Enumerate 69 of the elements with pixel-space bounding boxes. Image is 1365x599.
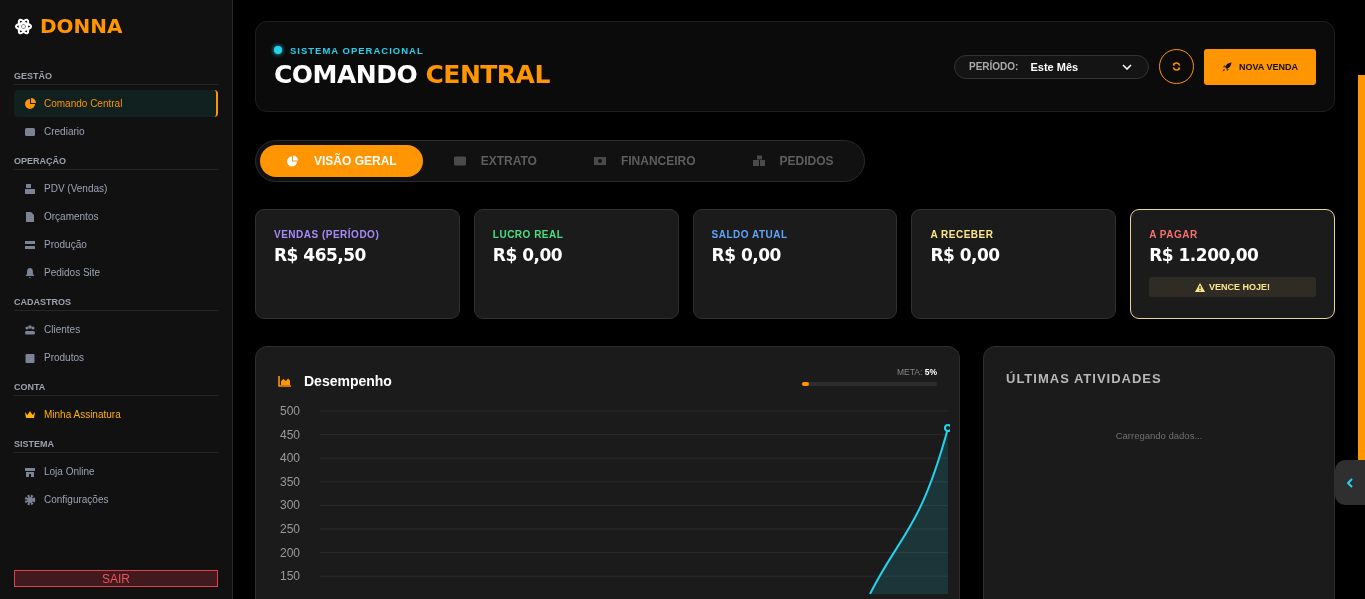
chart-pie-icon	[24, 97, 36, 110]
stat-value: R$ 0,00	[930, 245, 1001, 265]
section-heading: SISTEMA	[14, 439, 218, 453]
cash-register-icon	[24, 182, 36, 195]
stat-label: LUCRO REAL	[492, 229, 565, 240]
chevron-down-icon	[1122, 63, 1132, 70]
card-title: ÚLTIMAS ATIVIDADES	[1006, 371, 1163, 386]
gear-icon	[24, 493, 36, 506]
logout-button[interactable]: SAIR	[14, 570, 218, 587]
wallet-icon	[24, 125, 36, 138]
axis-tick-label: 200	[279, 545, 300, 560]
atom-icon	[14, 16, 33, 36]
warning-badge: VENCE HOJE!	[1149, 277, 1316, 297]
sidebar-item[interactable]: Configurações	[14, 486, 218, 513]
goal-label: META: 5%	[897, 367, 937, 377]
stat-label: A PAGAR	[1149, 229, 1199, 240]
axis-tick-label: 500	[279, 404, 300, 418]
stat-value: R$ 0,00	[492, 245, 564, 265]
stat-value: R$ 0,00	[711, 245, 782, 265]
collapse-panel-button[interactable]	[1335, 460, 1365, 505]
sidebar-item[interactable]: Orçamentos	[14, 203, 218, 230]
area-chart-icon	[278, 375, 292, 387]
axis-tick-label: 300	[279, 498, 300, 513]
chart-pie-icon	[286, 155, 300, 167]
stat-label: SALDO ATUAL	[711, 229, 789, 240]
sidebar-item[interactable]: Crediario	[14, 118, 218, 145]
status-text: SISTEMA OPERACIONAL	[290, 44, 424, 56]
sidebar-item[interactable]: Minha Assinatura	[14, 401, 218, 428]
period-dropdown[interactable]: PERÍODO: Este Mês	[954, 54, 1149, 79]
boxes-icon	[751, 155, 766, 167]
users-icon	[24, 323, 36, 336]
wallet-icon	[452, 155, 467, 167]
bell-icon	[24, 266, 36, 279]
loading-text: Carregando dados...	[1114, 430, 1204, 441]
sidebar-item[interactable]: Loja Online	[14, 458, 218, 485]
axis-tick-label: 400	[279, 451, 300, 466]
store-icon	[24, 465, 36, 478]
section-heading: OPERAÇÃO	[14, 156, 218, 170]
stat-value: R$ 465,50	[274, 245, 367, 265]
document-icon	[24, 210, 36, 223]
warning-icon	[1195, 282, 1206, 292]
card-title: Desempenho	[304, 373, 392, 389]
server-icon	[24, 238, 36, 251]
chevron-left-icon	[1347, 477, 1353, 488]
section-heading: CONTA	[14, 382, 218, 396]
sidebar-item[interactable]: Comando Central	[14, 90, 218, 117]
rocket-icon	[1222, 61, 1232, 72]
axis-tick-label: 150	[279, 569, 300, 584]
sidebar-item[interactable]: Produtos	[14, 344, 218, 371]
scrollbar-thumb[interactable]	[1358, 75, 1365, 460]
money-icon	[592, 155, 607, 167]
stat-value: R$ 1.200,00	[1149, 245, 1260, 265]
stat-label: VENDAS (PERÍODO)	[274, 229, 381, 240]
sidebar-item[interactable]: PDV (Vendas)	[14, 175, 218, 202]
stat-label: A RECEBER	[930, 229, 995, 240]
sidebar-item[interactable]: Clientes	[14, 316, 218, 343]
box-icon	[24, 351, 36, 364]
axis-tick-label: 450	[279, 427, 300, 442]
section-heading: GESTÃO	[14, 71, 218, 85]
new-sale-button[interactable]: NOVA VENDA	[1204, 48, 1316, 85]
brand-name: DONNA	[40, 14, 123, 38]
refresh-icon	[1172, 62, 1181, 71]
axis-tick-label: 250	[279, 522, 300, 536]
axis-tick-label: 350	[279, 474, 300, 489]
status-dot	[274, 46, 282, 54]
section-heading: CADASTROS	[14, 297, 218, 311]
sidebar-item[interactable]: Pedidos Site	[14, 259, 218, 286]
page-title: COMANDO CENTRAL	[274, 59, 550, 89]
sidebar-item[interactable]: Produção	[14, 231, 218, 258]
